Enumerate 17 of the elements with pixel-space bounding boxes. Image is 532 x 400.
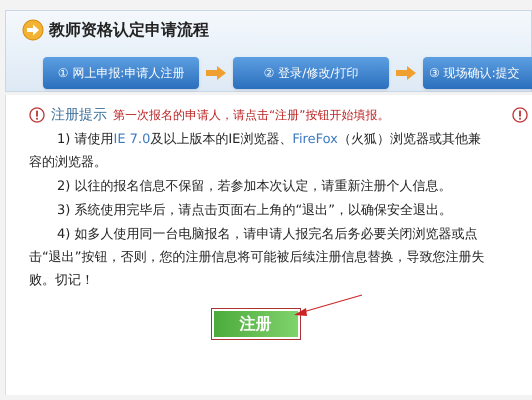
step-button[interactable]: ① 网上申报:申请人注册 — [43, 57, 199, 89]
instruction-text: 4) 如多人使用同一台电脑报名，请申请人报完名后务必要关闭浏览器或点击“退出”按钮，否则，您的注册信息将可能被后续注册信息替换，导致您注册失败。切记！ — [29, 226, 486, 290]
notice-title: 注册提示 — [51, 106, 107, 124]
instruction-text: 2) 以往的报名信息不保留，若参加本次认定，请重新注册个人信息。 — [56, 178, 452, 196]
arrow-icon — [205, 65, 227, 81]
header-title: 教师资格认定申请流程 — [49, 19, 209, 41]
instruction-text: 1) 请使用IE 7.0及以上版本的IE浏览器、FireFox（火狐）浏览器或其他兼容的浏览器。 — [29, 131, 482, 172]
pointer-arrow — [293, 294, 363, 316]
instruction-text: 3) 系统使用完毕后，请点击页面右上角的“退出”，以确保安全退出。 — [56, 202, 453, 220]
step-button[interactable]: ③ 现场确认:提交 — [423, 57, 532, 89]
arrow-circle-icon — [22, 19, 44, 41]
alert-icon — [512, 107, 528, 123]
step-button[interactable]: ② 登录/修改/打印 — [233, 57, 389, 89]
register-button[interactable]: 注册 — [210, 308, 300, 340]
arrow-icon — [395, 65, 417, 81]
alert-icon — [29, 107, 45, 123]
notice-message: 第一次报名的申请人，请点击“注册”按钮开始填报。 — [113, 107, 390, 124]
